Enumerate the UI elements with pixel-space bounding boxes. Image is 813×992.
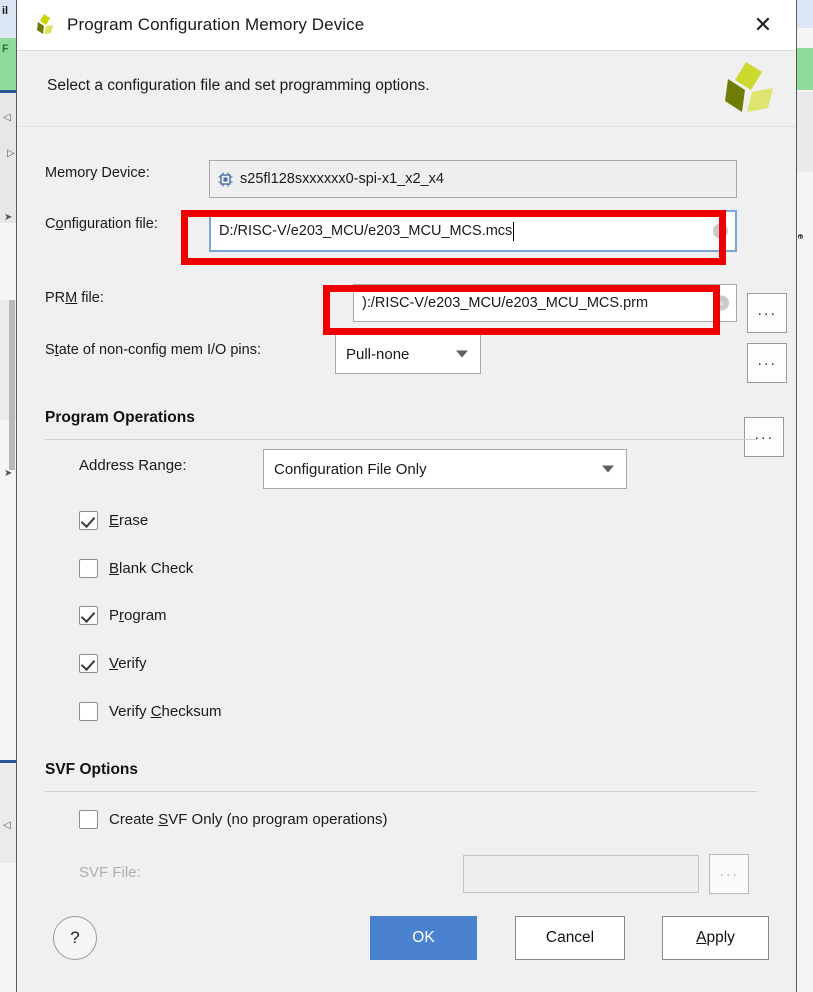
non-config-pins-row: State of non-config mem I/O pins: (45, 342, 261, 358)
checkbox-verify[interactable]: Verify (79, 654, 147, 673)
configuration-file-label: Configuration file: (45, 216, 158, 232)
checkbox-program[interactable]: Program (79, 606, 167, 625)
checkbox-verify-checksum-label: Verify Checksum (109, 703, 222, 720)
checkbox-blank-check-box[interactable] (79, 559, 98, 578)
checkbox-create-svf-only-box[interactable] (79, 810, 98, 829)
svf-file-browse-button: ··· (709, 854, 749, 894)
dialog-titlebar: Program Configuration Memory Device ✕ (17, 0, 796, 51)
chevron-down-icon (456, 350, 468, 358)
background-scrollbar[interactable] (9, 300, 15, 470)
clear-icon[interactable]: × (714, 295, 729, 311)
checkbox-create-svf-only-label: Create SVF Only (no program operations) (109, 811, 388, 828)
configuration-file-row: Configuration file: (45, 216, 158, 232)
non-config-pins-label: State of non-config mem I/O pins: (45, 342, 261, 358)
dialog-header-band: Select a configuration file and set prog… (17, 51, 796, 127)
pointer-icon: ➤ (4, 212, 13, 223)
memory-device-value: s25fl128sxxxxxx0-spi-x1_x2_x4 (240, 171, 444, 187)
apply-button[interactable]: Apply (662, 916, 769, 960)
address-range-label: Address Range: (79, 457, 187, 474)
chevron-left-icon: ◁ (3, 112, 11, 123)
chevron-down-icon (602, 465, 614, 473)
prm-file-row: PRM file: (45, 290, 104, 306)
memory-device-field[interactable]: s25fl128sxxxxxx0-spi-x1_x2_x4 (209, 160, 737, 198)
prm-file-value: ):/RISC-V/e203_MCU/e203_MCU_MCS.prm (362, 295, 649, 311)
background-app-right-strip: e (797, 0, 813, 992)
svf-options-divider (45, 791, 757, 792)
svf-file-label: SVF File: (79, 864, 141, 881)
checkbox-erase-box[interactable] (79, 511, 98, 530)
background-app-left-strip: il F ◁ ▷ ➤ ➤ ◁ (0, 0, 16, 992)
memory-device-label: Memory Device: (45, 165, 150, 181)
vivado-logo-icon (31, 12, 57, 38)
address-range-value: Configuration File Only (274, 460, 427, 478)
clear-icon[interactable]: × (713, 223, 728, 239)
memory-device-row: Memory Device: (45, 165, 195, 181)
program-operations-title: Program Operations (45, 409, 195, 426)
cancel-button[interactable]: Cancel (515, 916, 625, 960)
dialog-title: Program Configuration Memory Device (67, 15, 365, 34)
help-button[interactable]: ? (53, 916, 97, 960)
checkbox-create-svf-only[interactable]: Create SVF Only (no program operations) (79, 810, 387, 829)
background-label-left-2: F (2, 43, 9, 55)
address-range-dropdown[interactable]: Configuration File Only (263, 449, 627, 489)
checkbox-verify-checksum-box[interactable] (79, 702, 98, 721)
non-config-pins-value: Pull-none (346, 345, 410, 363)
prm-file-browse-button[interactable]: ··· (744, 417, 784, 457)
program-operations-divider (45, 439, 757, 440)
ok-button[interactable]: OK (370, 916, 477, 960)
chevron-left-icon: ◁ (3, 820, 11, 831)
prm-file-input[interactable]: ):/RISC-V/e203_MCU/e203_MCU_MCS.prm × (353, 284, 737, 322)
prm-file-label: PRM file: (45, 290, 104, 306)
svf-options-title: SVF Options (45, 761, 138, 778)
checkbox-verify-box[interactable] (79, 654, 98, 673)
checkbox-erase[interactable]: Erase (79, 511, 148, 530)
program-configuration-memory-device-dialog: Program Configuration Memory Device ✕ Se… (16, 0, 797, 992)
address-range-row: Address Range: (79, 457, 187, 474)
checkbox-verify-checksum[interactable]: Verify Checksum (79, 702, 222, 721)
non-config-pins-dropdown[interactable]: Pull-none (335, 334, 481, 374)
checkbox-blank-check-label: Blank Check (109, 560, 194, 577)
background-label-right: e (797, 233, 807, 240)
checkbox-program-box[interactable] (79, 606, 98, 625)
checkbox-erase-label: Erase (109, 512, 149, 529)
configuration-file-value: D:/RISC-V/e203_MCU/e203_MCU_MCS.mcs (219, 223, 513, 239)
chip-icon (218, 172, 233, 187)
background-label-left-1: il (2, 5, 9, 17)
checkbox-blank-check[interactable]: Blank Check (79, 559, 193, 578)
text-caret (513, 221, 515, 241)
memory-device-browse-button[interactable]: ··· (747, 293, 787, 333)
svf-file-input (463, 855, 699, 893)
dialog-instruction-text: Select a configuration file and set prog… (47, 77, 430, 94)
xilinx-logo-icon (714, 59, 774, 117)
configuration-file-input[interactable]: D:/RISC-V/e203_MCU/e203_MCU_MCS.mcs × (209, 210, 737, 252)
chevron-right-icon: ▷ (7, 148, 15, 159)
svf-file-row: SVF File: (79, 864, 141, 881)
configuration-file-browse-button[interactable]: ··· (747, 343, 787, 383)
checkbox-program-label: Program (109, 607, 167, 624)
screenshot-root: il F ◁ ▷ ➤ ➤ ◁ e Program Configuration M… (0, 0, 813, 992)
dialog-body: Memory Device: s25fl128sxxxxxx0-spi-x1_x… (17, 127, 796, 992)
close-icon[interactable]: ✕ (746, 8, 780, 42)
checkbox-verify-label: Verify (109, 655, 147, 672)
